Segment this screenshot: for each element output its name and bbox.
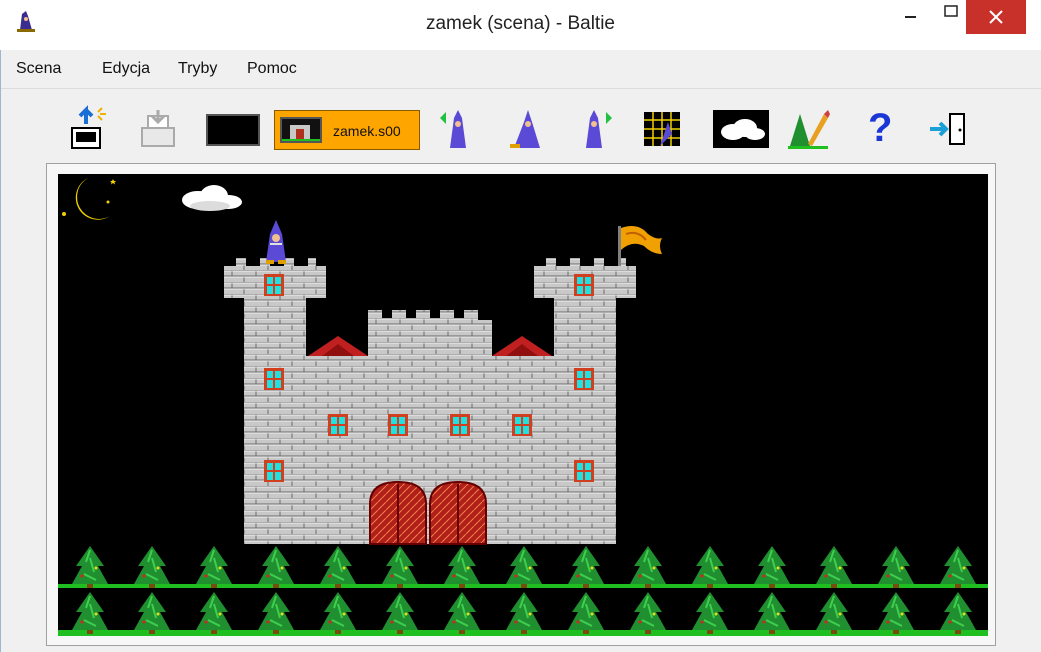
close-icon <box>989 10 1003 24</box>
grid-edit-button[interactable] <box>640 104 684 154</box>
menu-scena[interactable]: Scena <box>14 60 63 78</box>
wizard-back-icon <box>440 110 466 148</box>
cloud-button[interactable] <box>711 104 771 154</box>
help-button[interactable]: ? <box>862 104 898 154</box>
black-screen-button[interactable] <box>206 114 260 146</box>
grid-edit-icon <box>644 112 680 146</box>
print-icon <box>141 110 175 147</box>
new-scene-button[interactable] <box>66 104 110 154</box>
help-icon: ? <box>868 106 893 150</box>
minimize-button[interactable] <box>888 0 934 34</box>
menu-edycja[interactable]: Edycja <box>100 60 152 78</box>
window-title: zamek (scena) - Baltie <box>425 13 615 34</box>
window-edge <box>0 50 1 652</box>
exit-button[interactable] <box>926 104 970 154</box>
close-button[interactable] <box>966 0 1026 34</box>
wizard-walk-icon <box>510 110 540 148</box>
exit-icon <box>930 113 965 145</box>
scene-file-button[interactable]: zamek.s00 <box>274 110 420 150</box>
moon-icon <box>62 178 116 220</box>
new-scene-icon <box>71 105 106 149</box>
cloud-icon <box>713 110 769 148</box>
menu-tryby[interactable]: Tryby <box>176 60 219 78</box>
title-bar: zamek (scena) - Baltie <box>0 0 1041 51</box>
menu-pomoc[interactable]: Pomoc <box>245 60 299 78</box>
scene-canvas[interactable] <box>58 174 988 636</box>
castle-sprite <box>224 258 636 545</box>
tree-pencil-icon <box>788 110 830 149</box>
wizard-forward-icon <box>586 110 612 148</box>
wizard-forward-button[interactable] <box>572 104 616 154</box>
scene-file-name: zamek.s00 <box>333 123 401 139</box>
tree-pencil-button[interactable] <box>786 104 830 154</box>
tree-row-bottom <box>71 591 977 635</box>
menu-bar: Scena Edycja Tryby Pomoc <box>0 50 1041 89</box>
baltie-app-icon[interactable] <box>14 10 38 34</box>
tree-row-top <box>71 545 977 589</box>
print-button[interactable] <box>136 104 180 154</box>
wizard-walk-button[interactable] <box>504 104 548 154</box>
wizard-back-button[interactable] <box>436 104 480 154</box>
castle-scene-image <box>58 178 988 636</box>
scene-thumbnail-icon <box>280 117 322 143</box>
cloud-sprite <box>182 185 242 211</box>
minimize-icon <box>905 16 916 18</box>
wizard-sprite <box>266 220 286 264</box>
